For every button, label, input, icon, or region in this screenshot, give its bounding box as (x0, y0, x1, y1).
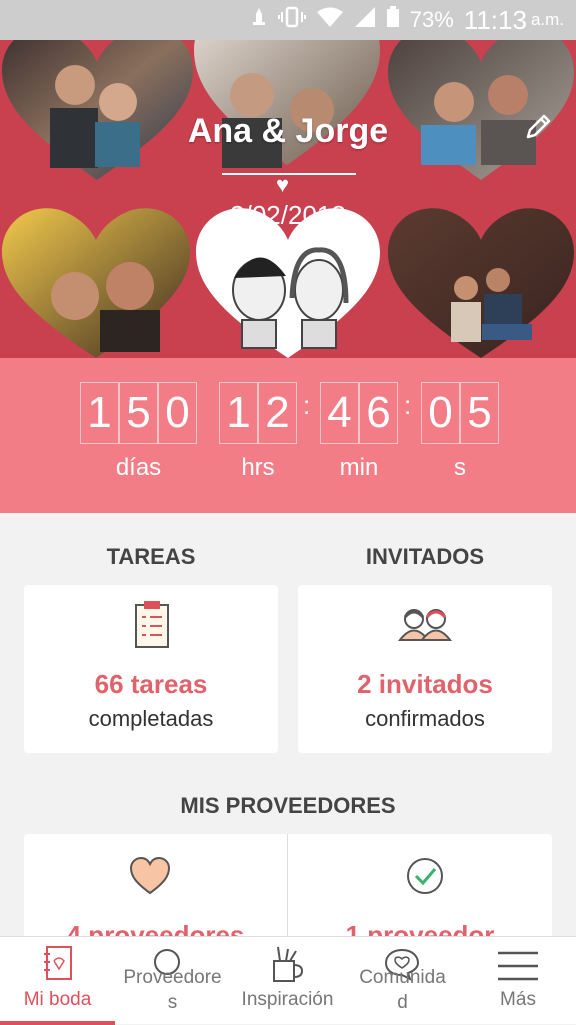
status-bar: 73% 11:13 a.m. (0, 0, 576, 40)
signal-icon (354, 6, 376, 34)
colon-separator: : (303, 390, 311, 420)
countdown-panel: 1 5 0 1 2 : 4 6 : 0 5 días hrs min s (0, 358, 576, 513)
nav-label: Más (500, 989, 536, 1010)
days-digit: 1 (80, 382, 119, 444)
bottom-navigation: Mi boda Proveedore s Inspiración Comunid… (0, 936, 576, 1025)
minutes-digit: 4 (320, 382, 359, 444)
tareas-count: 66 tareas (94, 669, 208, 699)
hours-digit: 2 (258, 382, 297, 444)
nav-inspiracion[interactable]: Inspiración (230, 937, 345, 1025)
days-label: días (115, 454, 162, 481)
hours-label: hrs (241, 454, 275, 481)
nav-mas[interactable]: Más (460, 937, 576, 1025)
notebook-icon (42, 945, 74, 989)
battery-percent: 73% (409, 7, 454, 32)
invitados-card[interactable]: 2 invitados confirmados (298, 585, 552, 753)
small-heart-icon: ♥ (276, 172, 290, 197)
days-digit: 5 (119, 382, 158, 444)
nav-label: d (397, 992, 408, 1013)
brush-cup-icon (270, 945, 304, 991)
seconds-label: s (454, 454, 466, 481)
seconds-digit: 5 (460, 382, 499, 444)
nav-proveedores[interactable]: Proveedore s (115, 937, 230, 1025)
notification-icon (250, 6, 268, 34)
clock-ampm: a.m. (530, 10, 564, 29)
invitados-sub: confirmados (365, 706, 485, 731)
vibrate-icon (277, 6, 306, 34)
hours-counter: 1 2 (219, 382, 297, 444)
nav-label: Mi boda (23, 989, 92, 1010)
nav-label: s (167, 992, 178, 1013)
wedding-date: 3/02/2018 (230, 200, 346, 230)
nav-label: Inspiración (241, 989, 334, 1010)
nav-label: Proveedore (123, 967, 222, 988)
wedding-header: Ana & Jorge ♥ 3/02/2018 (0, 40, 576, 358)
battery-icon (386, 6, 400, 34)
tareas-title: TAREAS (106, 544, 196, 569)
guests-icon (398, 607, 452, 646)
wifi-icon (316, 6, 344, 34)
edit-pencil-icon[interactable] (524, 113, 552, 146)
heart-outline-icon (128, 856, 172, 901)
invitados-count: 2 invitados (357, 669, 493, 699)
nav-mi-boda[interactable]: Mi boda (0, 937, 115, 1025)
seconds-counter: 0 5 (421, 382, 499, 444)
days-digit: 0 (158, 382, 197, 444)
checklist-icon (134, 599, 170, 654)
tareas-card[interactable]: 66 tareas completadas (24, 585, 278, 753)
nav-label: Comunida (359, 967, 446, 988)
seconds-digit: 0 (421, 382, 460, 444)
minutes-label: min (339, 454, 379, 481)
nav-comunidad[interactable]: Comunida d (345, 937, 460, 1025)
proveedores-title: MIS PROVEEDORES (180, 793, 396, 818)
invitados-title: INVITADOS (365, 544, 485, 569)
minutes-digit: 6 (359, 382, 398, 444)
couple-name: Ana & Jorge (187, 112, 389, 150)
days-counter: 1 5 0 (80, 382, 197, 444)
clock-time: 11:13 (463, 4, 527, 35)
tareas-sub: completadas (88, 706, 214, 731)
colon-separator: : (404, 390, 412, 420)
menu-icon (498, 951, 538, 987)
active-tab-indicator (0, 1021, 115, 1025)
minutes-counter: 4 6 (320, 382, 398, 444)
hours-digit: 1 (219, 382, 258, 444)
check-circle-icon (405, 856, 445, 901)
